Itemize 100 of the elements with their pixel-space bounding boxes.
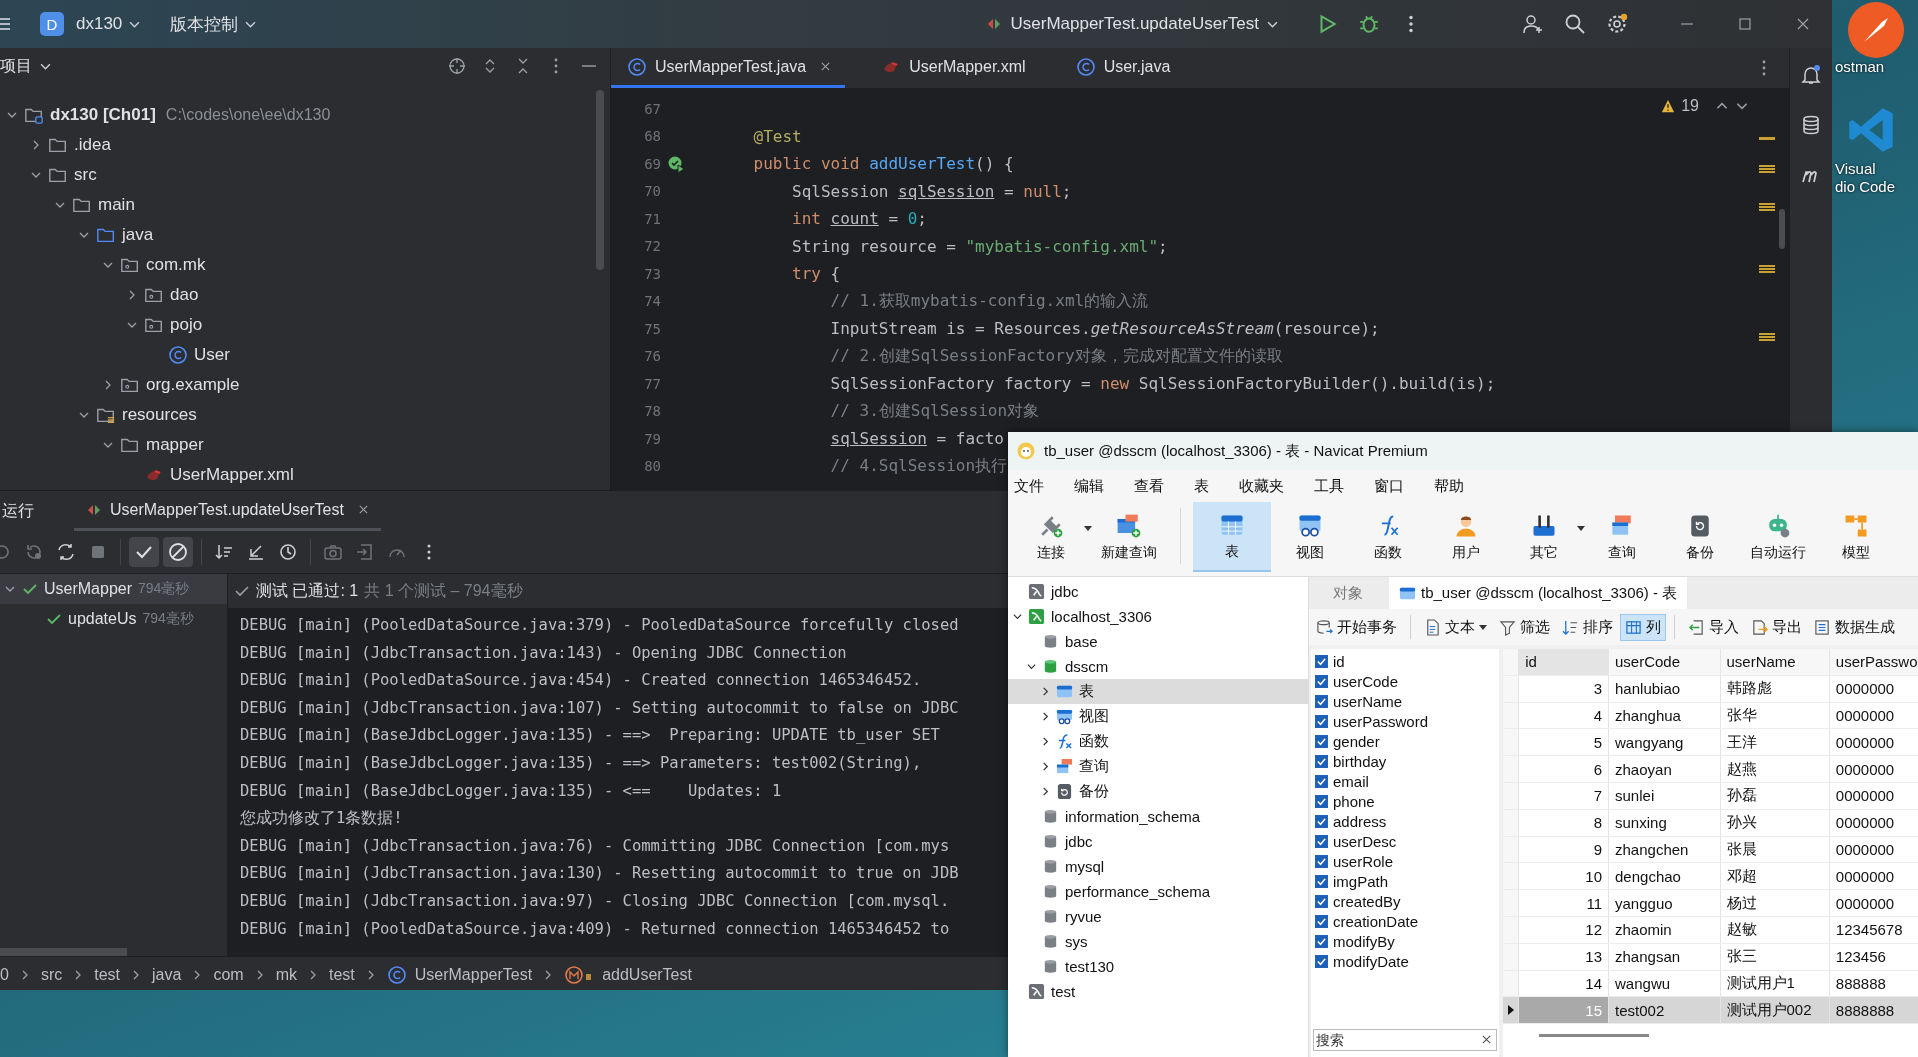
checkbox[interactable] — [1315, 914, 1328, 928]
tab-label[interactable]: UserMapperTest.java — [655, 57, 807, 76]
checkbox[interactable] — [1315, 774, 1328, 788]
tree-item-label[interactable]: sys — [1065, 933, 1088, 950]
checkbox[interactable] — [1315, 894, 1328, 908]
toolbar-button[interactable]: 自动运行 — [1739, 502, 1817, 572]
tree-item-label[interactable]: dsscm — [1065, 658, 1109, 675]
table-row[interactable]: 8 sunxing 孙兴 0000000 — [1503, 809, 1918, 837]
test-passed-run-icon[interactable] — [667, 154, 685, 173]
close-icon[interactable] — [357, 504, 369, 515]
warning-stripe[interactable] — [1759, 265, 1775, 273]
menu-item[interactable]: 查看 — [1134, 476, 1164, 496]
table-row[interactable]: 12 zhaomin 赵敏 12345678 — [1503, 916, 1918, 944]
toggle-auto-test-icon[interactable] — [56, 542, 76, 562]
toolbar-button[interactable]: 文本 — [1419, 613, 1492, 641]
column-name[interactable]: gender — [1333, 732, 1380, 750]
tree-item-label[interactable]: dx130 [Ch01] — [50, 105, 156, 125]
toolbar-button[interactable]: 表 — [1193, 502, 1271, 572]
tree-item-label[interactable]: resources — [122, 405, 197, 425]
test-name[interactable]: UserMapper — [44, 580, 133, 598]
tree-item-label[interactable]: main — [98, 195, 135, 215]
tab-label[interactable]: UserMapperTest.updateUserTest — [110, 500, 344, 519]
toolbar-button[interactable]: 用户 — [1427, 502, 1505, 572]
column-name[interactable]: userCode — [1333, 672, 1399, 690]
warnings-indicator[interactable]: 19 — [1661, 97, 1749, 115]
add-user-icon[interactable] — [1522, 13, 1544, 35]
column-name[interactable]: modifyBy — [1333, 932, 1395, 950]
warning-stripe[interactable] — [1759, 333, 1775, 341]
tree-item-label[interactable]: 函数 — [1079, 732, 1109, 751]
camera-icon[interactable] — [323, 542, 343, 562]
table-row[interactable]: 4 zhanghua 张华 0000000 — [1503, 702, 1918, 729]
column-name[interactable]: email — [1333, 772, 1369, 790]
chevron-down-icon[interactable] — [1011, 611, 1023, 622]
column-header[interactable]: userPasswo — [1829, 649, 1918, 676]
toolbar-button[interactable]: 导出 — [1746, 613, 1807, 641]
selected-tree-row[interactable]: 表 — [1008, 679, 1308, 704]
column-header[interactable]: userCode — [1608, 649, 1720, 676]
arrow-down-left-icon[interactable] — [246, 542, 266, 562]
chevron-down-icon[interactable] — [1025, 661, 1037, 672]
database-icon[interactable] — [1800, 114, 1822, 136]
menu-item[interactable]: 收藏夹 — [1239, 476, 1284, 496]
tab-label[interactable]: User.java — [1103, 57, 1171, 76]
table-row[interactable]: 6 zhaoyan 赵燕 0000000 — [1503, 755, 1918, 783]
checkbox[interactable] — [1315, 794, 1328, 808]
export-icon[interactable] — [355, 542, 375, 562]
checkbox[interactable] — [1315, 694, 1328, 708]
breadcrumb-item[interactable]: 0 — [0, 965, 9, 984]
search-field[interactable]: 搜索 — [1313, 1029, 1497, 1051]
tree-item-label[interactable]: performance_schema — [1065, 883, 1211, 900]
column-name[interactable]: phone — [1333, 792, 1375, 810]
tab-label[interactable]: 对象 — [1333, 583, 1363, 603]
tree-item-label[interactable]: base — [1065, 633, 1098, 650]
tree-item-label[interactable]: 表 — [1079, 682, 1094, 701]
breadcrumb-item[interactable]: test — [328, 965, 355, 984]
settings-icon[interactable] — [1606, 13, 1628, 35]
column-name[interactable]: userDesc — [1333, 832, 1397, 850]
checkbox[interactable] — [1315, 874, 1328, 888]
run-tab[interactable]: UserMapperTest.updateUserTest — [74, 491, 381, 531]
test-name[interactable]: updateUs — [68, 610, 137, 628]
tree-item-label[interactable]: information_schema — [1065, 808, 1201, 825]
toolbar-button[interactable]: 模型 — [1817, 502, 1895, 572]
tree-item-label[interactable]: com.mk — [146, 255, 206, 275]
desktop-icon-label[interactable]: Visual — [1832, 160, 1876, 178]
toolbar-button[interactable]: 新建查询 — [1090, 502, 1168, 572]
toolbar-button[interactable]: 列 — [1620, 613, 1666, 641]
tree-item-label[interactable]: 查询 — [1079, 757, 1109, 776]
checkbox[interactable] — [1315, 934, 1328, 948]
clear-icon[interactable] — [1481, 1034, 1492, 1045]
scrollbar[interactable] — [1779, 209, 1785, 249]
column-header[interactable]: userName — [1720, 649, 1830, 676]
run-configuration-selector[interactable]: UserMapperTest.updateUserTest — [978, 14, 1286, 34]
toolbar-button[interactable]: 排序 — [1557, 613, 1618, 641]
menu-item[interactable]: 文件 — [1014, 476, 1044, 496]
column-name[interactable]: createdBy — [1333, 892, 1401, 910]
bug-icon[interactable] — [1358, 13, 1380, 35]
checkbox[interactable] — [1315, 654, 1328, 668]
scrollbar[interactable] — [0, 948, 127, 956]
menu-icon[interactable] — [0, 17, 12, 31]
tree-item-label[interactable]: mapper — [146, 435, 204, 455]
table-row[interactable]: 9 zhangchen 张晨 0000000 — [1503, 836, 1918, 863]
toolbar-button[interactable]: 函数 — [1349, 502, 1427, 572]
rerun-failed-icon[interactable] — [24, 542, 44, 562]
table-row[interactable]: 7 sunlei 孙磊 0000000 — [1503, 782, 1918, 810]
menu-item[interactable]: 帮助 — [1434, 476, 1464, 496]
column-name[interactable]: userRole — [1333, 852, 1394, 870]
menu-item[interactable]: 工具 — [1314, 476, 1344, 496]
column-header[interactable]: id — [1518, 649, 1609, 676]
toolbar-button[interactable]: 视图 — [1271, 502, 1349, 572]
tree-item-label[interactable]: ryvue — [1065, 908, 1102, 925]
tree-item-label[interactable]: localhost_3306 — [1051, 608, 1152, 625]
column-name[interactable]: userName — [1333, 692, 1403, 710]
tree-item-label[interactable]: 视图 — [1079, 707, 1109, 726]
editor-tab[interactable]: User.java — [1059, 48, 1185, 88]
tab[interactable]: tb_user @dsscm (localhost_3306) - 表 — [1389, 577, 1688, 609]
menu-item[interactable]: 表 — [1194, 476, 1209, 496]
sort-icon[interactable] — [214, 542, 234, 562]
toolbar-button[interactable]: 连接 — [1012, 502, 1090, 572]
project-selector[interactable]: dx130 — [68, 14, 149, 34]
editor-tab[interactable]: UserMapperTest.java — [611, 48, 846, 88]
column-name[interactable]: userPassword — [1333, 712, 1429, 730]
